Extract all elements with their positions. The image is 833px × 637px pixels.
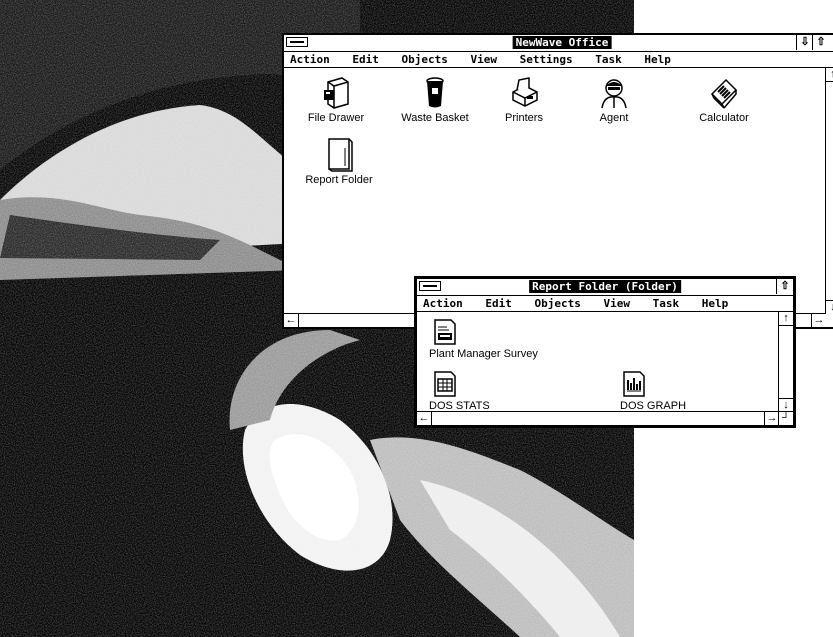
menu-action[interactable]: Action — [290, 53, 330, 66]
dos-stats-object[interactable]: DOS STATS — [429, 370, 490, 412]
folder-menubar: Action Edit Objects View Task Help — [417, 296, 793, 312]
folder-system-menu-box[interactable] — [419, 281, 441, 291]
menu-view[interactable]: View — [470, 53, 497, 66]
folder-scroll-down-arrow[interactable]: ↓ — [779, 398, 793, 412]
folder-vertical-scrollbar[interactable]: ↑ ↓ — [778, 312, 793, 412]
report-folder-window[interactable]: Report Folder (Folder) ⇧ Action Edit Obj… — [414, 276, 796, 428]
folder-titlebar[interactable]: Report Folder (Folder) ⇧ — [417, 279, 793, 296]
printers-label: Printers — [505, 112, 543, 124]
folder-icon — [328, 138, 353, 172]
agent-object[interactable]: Agent — [584, 76, 644, 125]
scroll-down-arrow[interactable]: ↓ — [826, 300, 833, 314]
dos-graph-object[interactable]: DOS GRAPH — [620, 370, 686, 412]
system-menu-box[interactable] — [286, 37, 308, 47]
folder-horizontal-scrollbar[interactable]: ← → ┘ — [417, 411, 793, 425]
minimize-button[interactable]: ⇩ — [796, 35, 813, 50]
office-vertical-scrollbar[interactable]: ↑ ↓ — [825, 68, 833, 314]
graph-icon — [623, 371, 645, 397]
folder-maximize-button[interactable]: ⇧ — [776, 279, 793, 294]
menu-objects[interactable]: Objects — [402, 53, 448, 66]
agent-icon — [601, 79, 627, 109]
waste-basket-object[interactable]: Waste Basket — [390, 76, 480, 125]
folder-title: Report Folder (Folder) — [529, 280, 681, 293]
waste-basket-icon — [426, 77, 444, 108]
folder-menu-objects[interactable]: Objects — [535, 297, 581, 310]
office-titlebar[interactable]: NewWave Office ⇩ ⇧ — [284, 35, 833, 52]
file-drawer-object[interactable]: File Drawer — [296, 76, 376, 125]
scroll-right-arrow[interactable]: → — [811, 314, 826, 327]
folder-menu-help[interactable]: Help — [702, 297, 729, 310]
document-icon — [434, 319, 456, 345]
scroll-up-arrow[interactable]: ↑ — [826, 68, 833, 82]
menu-task[interactable]: Task — [595, 53, 622, 66]
maximize-button[interactable]: ⇧ — [812, 35, 829, 50]
calculator-object[interactable]: Calculator — [689, 76, 759, 125]
folder-size-corner[interactable]: ┘ — [778, 412, 793, 425]
folder-menu-edit[interactable]: Edit — [485, 297, 512, 310]
folder-menu-task[interactable]: Task — [653, 297, 680, 310]
agent-label: Agent — [599, 112, 629, 124]
report-folder-object[interactable]: Report Folder — [296, 136, 382, 187]
file-drawer-label: File Drawer — [307, 112, 365, 124]
menu-edit[interactable]: Edit — [352, 53, 379, 66]
folder-workspace: Plant Manager Survey DOS STATS DOS GRAPH — [417, 312, 779, 412]
report-folder-label: Report Folder — [305, 174, 373, 186]
spreadsheet-icon — [434, 371, 456, 397]
folder-scroll-right-arrow[interactable]: → — [764, 412, 779, 425]
menu-help[interactable]: Help — [644, 53, 671, 66]
menu-settings[interactable]: Settings — [520, 53, 573, 66]
calculator-icon — [710, 78, 738, 109]
scroll-left-arrow[interactable]: ← — [284, 314, 299, 327]
printers-object[interactable]: Printers — [494, 76, 554, 125]
office-menubar: Action Edit Objects View Settings Task H… — [284, 52, 833, 68]
folder-scroll-up-arrow[interactable]: ↑ — [779, 312, 793, 326]
folder-menu-action[interactable]: Action — [423, 297, 463, 310]
plant-manager-survey-object[interactable]: Plant Manager Survey — [429, 318, 538, 361]
folder-scroll-left-arrow[interactable]: ← — [417, 412, 432, 425]
printer-icon — [512, 77, 538, 107]
plant-manager-survey-label: Plant Manager Survey — [429, 348, 538, 360]
calculator-label: Calculator — [699, 112, 749, 124]
folder-menu-view[interactable]: View — [603, 297, 630, 310]
file-drawer-icon — [324, 77, 349, 109]
waste-basket-label: Waste Basket — [401, 112, 469, 124]
office-title: NewWave Office — [512, 36, 612, 49]
